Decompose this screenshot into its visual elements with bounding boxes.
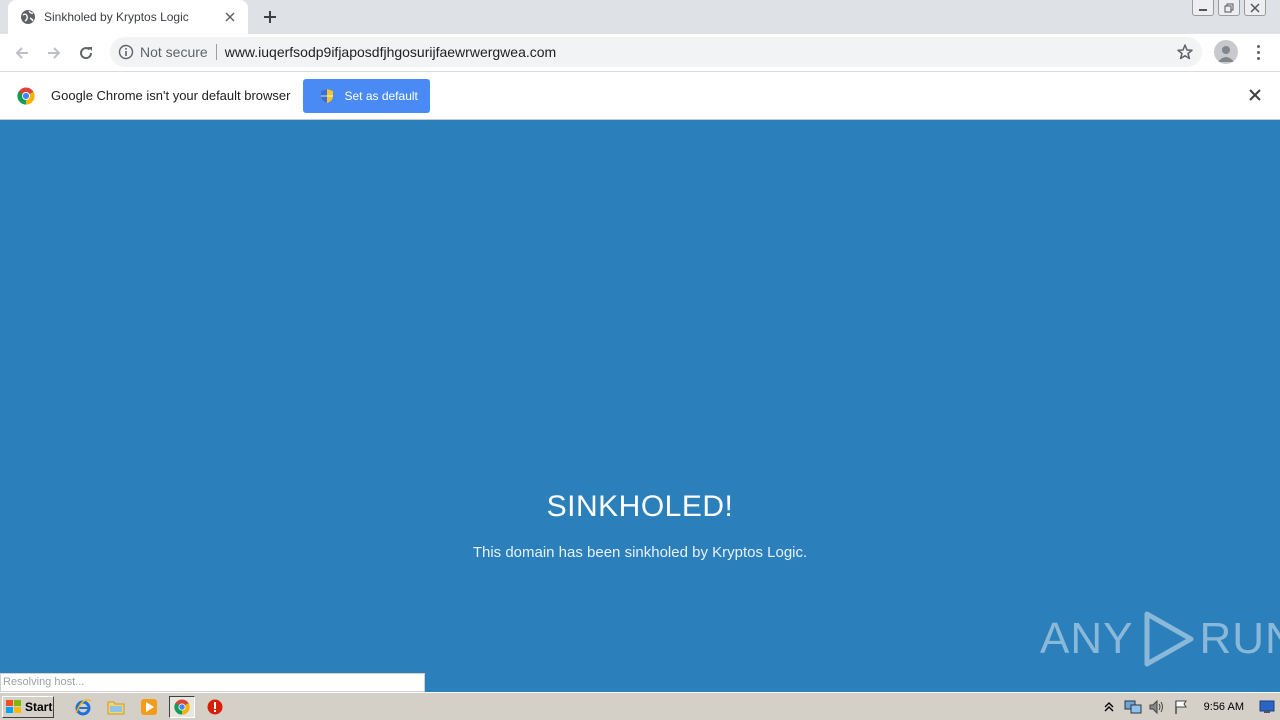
taskbar: Start 9:56 AM: [0, 692, 1280, 720]
media-player-icon[interactable]: [136, 696, 162, 718]
network-icon[interactable]: [1124, 698, 1142, 716]
close-window-button[interactable]: [1244, 0, 1266, 16]
flag-icon[interactable]: [1172, 698, 1190, 716]
globe-icon: [20, 9, 36, 25]
shield-icon: [320, 88, 334, 104]
page-content: SINKHOLED! This domain has been sinkhole…: [0, 120, 1280, 692]
page-headline: SINKHOLED!: [546, 490, 734, 523]
close-icon[interactable]: [1247, 87, 1263, 103]
show-desktop-icon[interactable]: [1258, 698, 1276, 716]
system-tray: 9:56 AM: [1100, 695, 1280, 719]
divider: [215, 44, 217, 60]
tab-strip: Sinkholed by Kryptos Logic: [0, 0, 1280, 34]
profile-icon[interactable]: [1214, 40, 1238, 64]
forward-arrow-icon[interactable]: [40, 39, 68, 67]
status-bubble: Resolving host...: [0, 673, 425, 692]
speaker-icon[interactable]: [1148, 698, 1166, 716]
close-icon[interactable]: [220, 7, 240, 27]
clock: 9:56 AM: [1203, 701, 1244, 713]
browser-toolbar: Not secure www.iuqerfsodp9ifjaposdfjhgos…: [0, 34, 1280, 71]
ie-icon[interactable]: [70, 696, 96, 718]
watermark-left-text: ANY: [1040, 614, 1134, 663]
stop-icon[interactable]: [202, 696, 228, 718]
menu-icon[interactable]: [1248, 40, 1268, 64]
chrome-icon[interactable]: [169, 695, 195, 718]
up-arrow-icon[interactable]: [1100, 698, 1118, 716]
info-icon[interactable]: [118, 44, 134, 60]
page-message: This domain has been sinkholed by Krypto…: [472, 544, 808, 561]
back-arrow-icon[interactable]: [8, 39, 36, 67]
windows-logo-icon: [6, 699, 22, 714]
anyrun-watermark: ANY RUN: [1040, 608, 1280, 670]
url-text[interactable]: www.iuqerfsodp9ifjaposdfjhgosurijfaewrwe…: [225, 44, 557, 60]
star-icon[interactable]: [1176, 43, 1194, 61]
restore-button[interactable]: [1218, 0, 1240, 16]
security-label: Not secure: [140, 44, 208, 60]
folder-icon[interactable]: [103, 696, 129, 718]
button-label: Set as default: [344, 88, 418, 103]
minimize-button[interactable]: [1192, 0, 1214, 16]
start-button[interactable]: Start: [2, 695, 54, 718]
browser-tab[interactable]: Sinkholed by Kryptos Logic: [8, 0, 248, 34]
start-label: Start: [25, 699, 53, 714]
address-bar[interactable]: Not secure www.iuqerfsodp9ifjaposdfjhgos…: [110, 37, 1202, 67]
watermark-right-text: RUN: [1199, 614, 1280, 663]
window-controls: [1192, 0, 1266, 18]
reload-icon[interactable]: [72, 39, 100, 67]
play-logo-icon: [1144, 611, 1194, 667]
tab-title: Sinkholed by Kryptos Logic: [44, 10, 189, 24]
infobar-message: Google Chrome isn't your default browser: [51, 88, 291, 103]
chrome-logo-icon: [17, 87, 35, 105]
set-as-default-button[interactable]: Set as default: [303, 78, 431, 113]
plus-icon[interactable]: [258, 5, 282, 29]
default-browser-infobar: Google Chrome isn't your default browser…: [0, 71, 1280, 120]
